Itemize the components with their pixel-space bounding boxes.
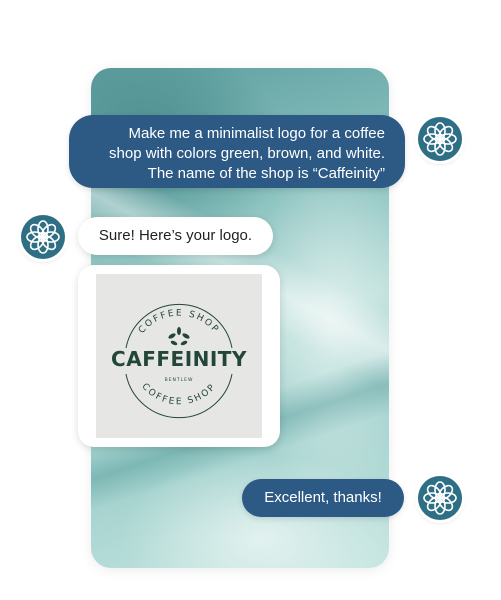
chat-illustration: Make me a minimalist logo for a coffee s… — [0, 0, 501, 600]
flower-knot-icon — [26, 220, 60, 254]
message-line: Make me a minimalist logo for a coffee — [128, 125, 385, 142]
generated-logo-image: COFFEE SHOP CAFFEINITY BENTLEW COFFEE SH… — [96, 274, 262, 438]
message-line: The name of the shop is “Caffeinity” — [147, 165, 385, 182]
assistant-message-bubble: Sure! Here’s your logo. — [78, 217, 273, 255]
coffee-logo: COFFEE SHOP CAFFEINITY BENTLEW COFFEE SH… — [111, 303, 247, 419]
message-line: shop with colors green, brown, and white… — [109, 145, 385, 162]
flower-knot-icon — [423, 122, 457, 156]
logo-brand-name: CAFFEINITY — [111, 347, 247, 371]
user-message-bubble: Make me a minimalist logo for a coffee s… — [69, 115, 405, 188]
logo-arc-bottom: COFFEE SHOP — [140, 382, 219, 407]
user-avatar — [418, 117, 462, 161]
user-avatar — [418, 476, 462, 520]
logo-small-text: BENTLEW — [165, 377, 194, 383]
user-message-bubble: Excellent, thanks! — [242, 479, 404, 517]
flower-knot-icon — [423, 481, 457, 515]
leaf-icon — [168, 327, 190, 346]
assistant-avatar — [21, 215, 65, 259]
generated-image-card[interactable]: COFFEE SHOP CAFFEINITY BENTLEW COFFEE SH… — [78, 265, 280, 447]
